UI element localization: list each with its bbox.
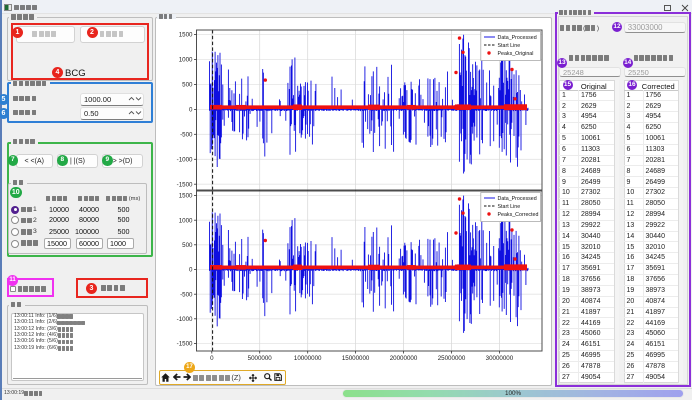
svg-text:-1500: -1500 (177, 341, 193, 348)
svg-text:0: 0 (210, 355, 214, 362)
svg-text:-500: -500 (180, 291, 193, 298)
svg-text:500: 500 (182, 82, 193, 89)
svg-text:500: 500 (182, 242, 193, 249)
svg-text:15000000: 15000000 (342, 355, 370, 362)
svg-text:0: 0 (189, 267, 193, 274)
svg-text:Data_Processed: Data_Processed (498, 35, 537, 41)
svg-text:Start Line: Start Line (498, 43, 521, 49)
svg-text:10000000: 10000000 (294, 355, 322, 362)
svg-text:30000000: 30000000 (486, 355, 514, 362)
svg-text:Data_Processed: Data_Processed (498, 196, 537, 202)
svg-text:Start Line: Start Line (498, 204, 521, 210)
svg-text:1500: 1500 (179, 193, 193, 200)
svg-text:-1000: -1000 (177, 316, 193, 323)
svg-text:-1500: -1500 (177, 181, 193, 188)
svg-text:1000: 1000 (179, 217, 193, 224)
svg-text:0: 0 (189, 107, 193, 114)
svg-text:Peaks_Original: Peaks_Original (498, 51, 534, 57)
svg-text:-500: -500 (180, 131, 193, 138)
svg-text:Peaks_Corrected: Peaks_Corrected (498, 212, 539, 218)
svg-text:20000000: 20000000 (390, 355, 418, 362)
svg-text:25000000: 25000000 (438, 355, 466, 362)
svg-text:-1000: -1000 (177, 156, 193, 163)
svg-text:5000000: 5000000 (248, 355, 273, 362)
svg-text:1000: 1000 (179, 57, 193, 64)
svg-text:1500: 1500 (179, 32, 193, 39)
